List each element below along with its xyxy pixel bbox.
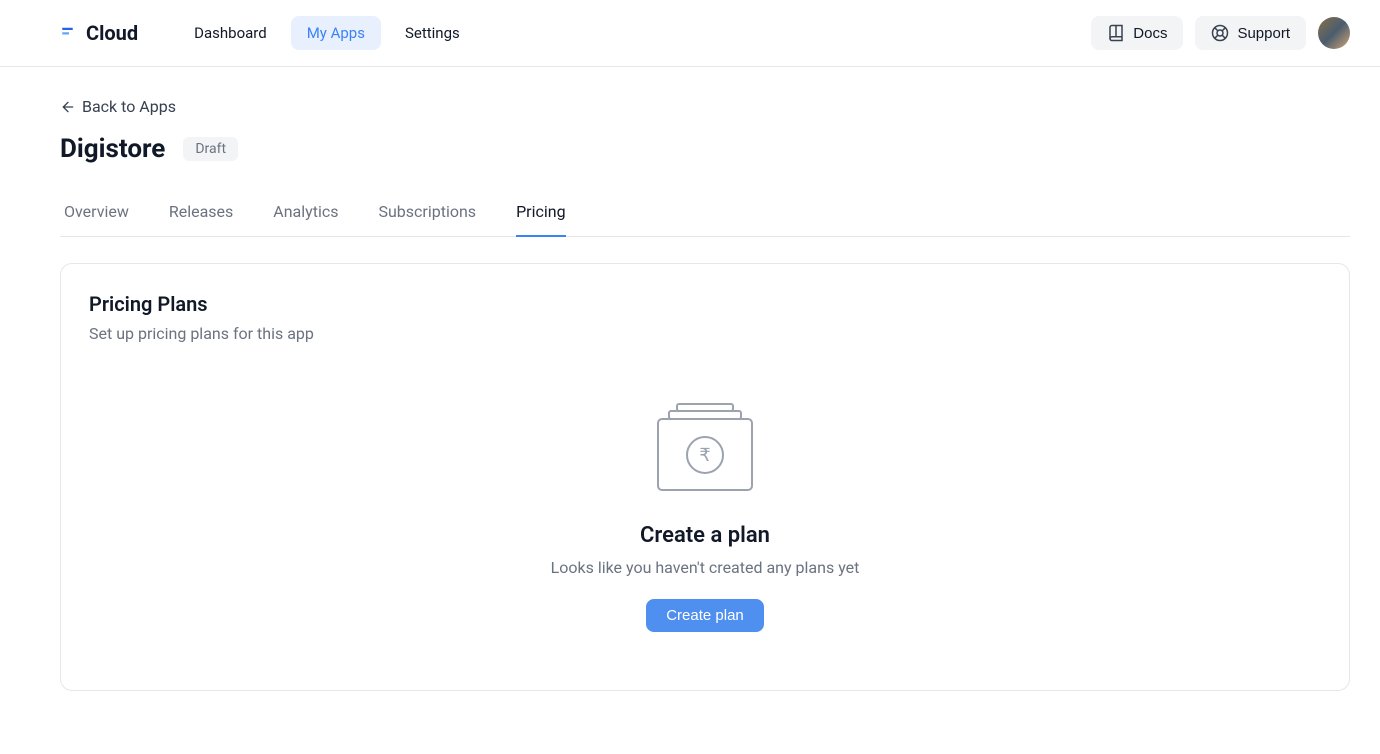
docs-label: Docs bbox=[1133, 25, 1167, 42]
primary-nav: Dashboard My Apps Settings bbox=[178, 16, 476, 50]
status-badge: Draft bbox=[183, 137, 238, 161]
brand-logo[interactable]: Cloud bbox=[60, 21, 138, 45]
support-icon bbox=[1211, 24, 1229, 42]
cloud-logo-icon bbox=[60, 24, 78, 42]
create-plan-button[interactable]: Create plan bbox=[646, 599, 764, 632]
tab-overview[interactable]: Overview bbox=[64, 192, 129, 237]
back-link-label: Back to Apps bbox=[82, 97, 176, 116]
support-label: Support bbox=[1237, 25, 1290, 42]
support-button[interactable]: Support bbox=[1195, 16, 1306, 50]
docs-button[interactable]: Docs bbox=[1091, 16, 1183, 50]
back-to-apps-link[interactable]: Back to Apps bbox=[60, 97, 176, 116]
empty-state: ₹ Create a plan Looks like you haven't c… bbox=[89, 343, 1321, 662]
tab-subscriptions[interactable]: Subscriptions bbox=[378, 192, 476, 237]
pricing-card: Pricing Plans Set up pricing plans for t… bbox=[60, 263, 1350, 691]
nav-settings[interactable]: Settings bbox=[389, 16, 476, 50]
avatar[interactable] bbox=[1318, 17, 1350, 49]
arrow-left-icon bbox=[60, 99, 76, 115]
money-bag-icon: ₹ bbox=[657, 403, 753, 495]
card-subtitle: Set up pricing plans for this app bbox=[89, 324, 1321, 343]
nav-my-apps[interactable]: My Apps bbox=[291, 16, 381, 50]
empty-title: Create a plan bbox=[640, 523, 770, 548]
book-icon bbox=[1107, 24, 1125, 42]
tab-releases[interactable]: Releases bbox=[169, 192, 233, 237]
tab-pricing[interactable]: Pricing bbox=[516, 192, 566, 237]
empty-text: Looks like you haven't created any plans… bbox=[551, 558, 860, 577]
app-tabs: Overview Releases Analytics Subscription… bbox=[60, 192, 1350, 237]
brand-name: Cloud bbox=[86, 21, 138, 45]
app-title: Digistore bbox=[60, 134, 165, 164]
tab-analytics[interactable]: Analytics bbox=[273, 192, 338, 237]
nav-dashboard[interactable]: Dashboard bbox=[178, 16, 283, 50]
svg-text:₹: ₹ bbox=[699, 445, 710, 465]
card-title: Pricing Plans bbox=[89, 292, 1321, 316]
